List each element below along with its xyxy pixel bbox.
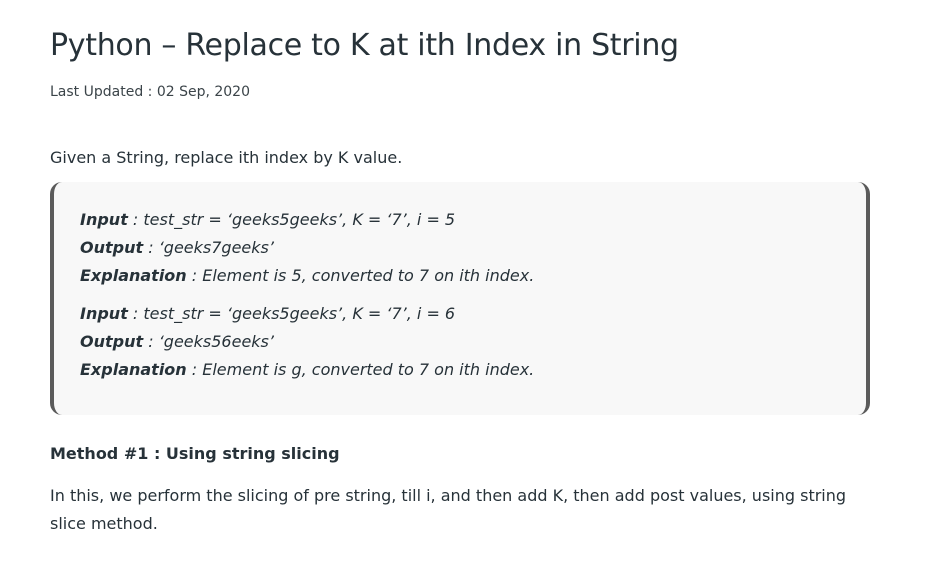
method-heading: Method #1 : Using string slicing [50,444,340,463]
last-updated-date: Last Updated : 02 Sep, 2020 [50,84,250,100]
input-label: Input [80,304,128,323]
input-label: Input [80,210,128,229]
explanation-value: : Element is g, converted to 7 on ith in… [186,360,535,379]
output-value: : ‘geeks7geeks’ [143,238,274,257]
example-2-input: Input : test_str = ‘geeks5geeks’, K = ‘7… [80,304,455,323]
example-box: Input : test_str = ‘geeks5geeks’, K = ‘7… [50,182,870,415]
example-1-input: Input : test_str = ‘geeks5geeks’, K = ‘7… [80,210,455,229]
example-2-explanation: Explanation : Element is g, converted to… [80,360,534,379]
output-label: Output [80,238,144,257]
page-title: Python – Replace to K at ith Index in St… [50,28,679,63]
example-1-output: Output : ‘geeks7geeks’ [80,238,274,257]
output-value: : ‘geeks56eeks’ [143,332,274,351]
input-value: : test_str = ‘geeks5geeks’, K = ‘7’, i =… [127,304,456,323]
explanation-label: Explanation [80,360,187,379]
output-label: Output [80,332,144,351]
example-2-output: Output : ‘geeks56eeks’ [80,332,274,351]
method-description: In this, we perform the slicing of pre s… [50,486,847,533]
example-1-explanation: Explanation : Element is 5, converted to… [80,266,534,285]
explanation-value: : Element is 5, converted to 7 on ith in… [186,266,535,285]
input-value: : test_str = ‘geeks5geeks’, K = ‘7’, i =… [127,210,456,229]
intro-paragraph: Given a String, replace ith index by K v… [50,148,403,167]
explanation-label: Explanation [80,266,187,285]
